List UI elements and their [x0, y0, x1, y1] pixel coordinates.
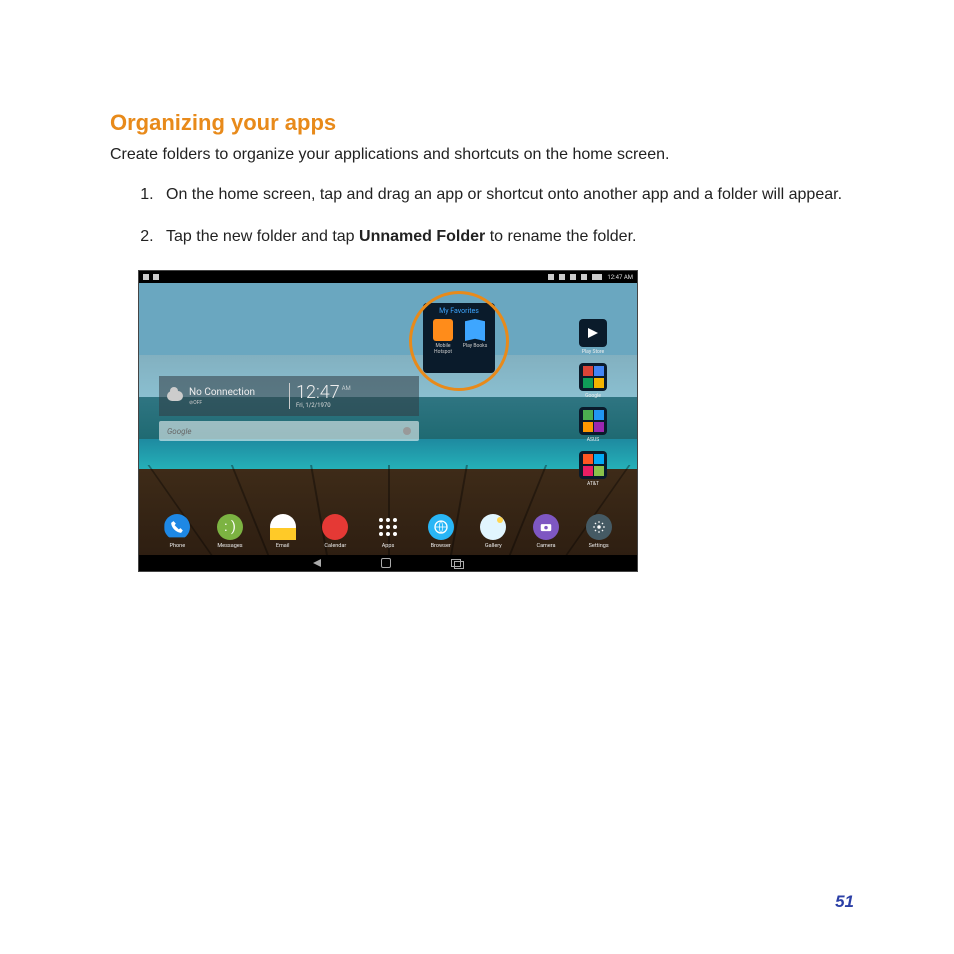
- gallery-icon: [480, 514, 506, 540]
- step-2-bold: Unnamed Folder: [359, 228, 485, 245]
- folder-app-label: Play Books: [462, 343, 488, 349]
- status-notification-icon: [153, 274, 159, 280]
- battery-icon: [592, 274, 602, 280]
- email-icon: [270, 514, 296, 540]
- weather-clock-widget[interactable]: No Connection ⊘OFF 12:47 AM Fri, 1/2/197…: [159, 376, 419, 416]
- status-notification-icon: [143, 274, 149, 280]
- app-label: Calendar: [317, 543, 354, 549]
- folder-label: Play Store: [579, 349, 607, 355]
- mobile-hotspot-icon: [433, 319, 453, 341]
- folder-label: AT&T: [579, 481, 607, 487]
- mic-icon[interactable]: [403, 427, 411, 435]
- app-label: Settings: [580, 543, 617, 549]
- intro-text: Create folders to organize your applicat…: [110, 146, 854, 164]
- airplane-icon: [559, 274, 565, 280]
- app-settings[interactable]: Settings: [580, 514, 617, 549]
- search-placeholder: Google: [167, 427, 192, 436]
- step-2-post: to rename the folder.: [485, 228, 636, 245]
- folder-app-playbooks[interactable]: Play Books: [462, 319, 488, 355]
- play-books-icon: [465, 319, 485, 341]
- nav-recent-icon[interactable]: [451, 559, 463, 567]
- clock-ampm: AM: [342, 386, 351, 392]
- app-label: Apps: [370, 543, 407, 549]
- settings-icon: [586, 514, 612, 540]
- folder-label: ASUS: [579, 437, 607, 443]
- app-calendar[interactable]: Calendar: [317, 514, 354, 549]
- wifi-icon: [570, 274, 576, 280]
- app-apps[interactable]: Apps: [370, 514, 407, 549]
- sim-icon: [581, 274, 587, 280]
- cloud-icon: [167, 391, 183, 401]
- phone-icon: [164, 514, 190, 540]
- bluetooth-icon: [548, 274, 554, 280]
- status-time: 12:47 AM: [607, 274, 633, 281]
- clock-time: 12:47: [296, 384, 340, 402]
- navigation-bar: [139, 555, 637, 571]
- app-gallery[interactable]: Gallery: [475, 514, 512, 549]
- nav-back-icon[interactable]: [313, 559, 321, 567]
- folder-asus[interactable]: ASUS: [579, 407, 607, 443]
- steps-list: On the home screen, tap and drag an app …: [110, 186, 854, 246]
- app-phone[interactable]: Phone: [159, 514, 196, 549]
- app-label: Email: [264, 543, 301, 549]
- folder-popup[interactable]: My Favorites Mobile Hotspot Play Books: [423, 303, 495, 373]
- apps-icon: [375, 514, 401, 540]
- folder-att[interactable]: AT&T: [579, 451, 607, 487]
- calendar-icon: [322, 514, 348, 540]
- status-bar: 12:47 AM: [139, 271, 637, 283]
- dock-row: Phone : ) Messages Email Calendar Apps B…: [139, 514, 637, 549]
- step-2-pre: Tap the new folder and tap: [166, 228, 359, 245]
- app-browser[interactable]: Browser: [422, 514, 459, 549]
- section-heading: Organizing your apps: [110, 110, 854, 136]
- app-label: Phone: [159, 543, 196, 549]
- browser-icon: [428, 514, 454, 540]
- folder-app-label: Mobile Hotspot: [430, 343, 456, 355]
- messages-icon: : ): [217, 514, 243, 540]
- nav-home-icon[interactable]: [381, 558, 391, 568]
- folder-play-store[interactable]: Play Store: [579, 319, 607, 355]
- app-label: Gallery: [475, 543, 512, 549]
- folder-title[interactable]: My Favorites: [427, 307, 491, 315]
- tablet-screenshot: 12:47 AM No Connection ⊘OFF 12:47 AM Fri…: [138, 270, 638, 572]
- page-number: 51: [835, 892, 854, 912]
- weather-off-label: ⊘OFF: [189, 400, 255, 406]
- app-label: Browser: [422, 543, 459, 549]
- connection-status: No Connection: [189, 387, 255, 398]
- app-email[interactable]: Email: [264, 514, 301, 549]
- folder-app-hotspot[interactable]: Mobile Hotspot: [430, 319, 456, 355]
- camera-icon: [533, 514, 559, 540]
- step-1: On the home screen, tap and drag an app …: [158, 186, 854, 204]
- clock-date: Fri, 1/2/1970: [296, 402, 331, 409]
- step-2: Tap the new folder and tap Unnamed Folde…: [158, 228, 854, 246]
- right-folders-column: Play Store Google ASUS AT&T: [571, 319, 615, 487]
- folder-google[interactable]: Google: [579, 363, 607, 399]
- google-search-bar[interactable]: Google: [159, 421, 419, 441]
- folder-label: Google: [579, 393, 607, 399]
- app-label: Camera: [528, 543, 565, 549]
- app-messages[interactable]: : ) Messages: [212, 514, 249, 549]
- app-label: Messages: [212, 543, 249, 549]
- app-camera[interactable]: Camera: [528, 514, 565, 549]
